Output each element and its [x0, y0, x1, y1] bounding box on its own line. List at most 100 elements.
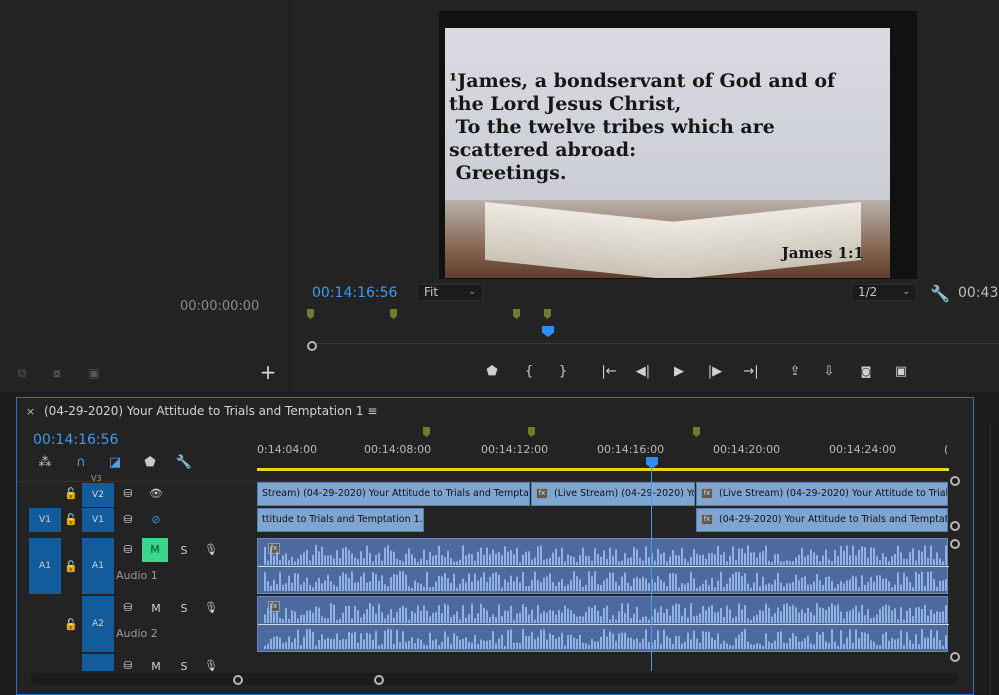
video-clip[interactable]: fx (04-29-2020) Your Attitude to Trials a…	[696, 508, 948, 532]
track-target-a2[interactable]: A2	[82, 596, 114, 652]
playhead-line	[651, 468, 652, 671]
chevron-down-icon: ⌄	[468, 287, 476, 297]
track-target-v2[interactable]: V2	[82, 483, 114, 507]
go-to-in-icon[interactable]: |←	[598, 364, 620, 380]
fx-badge-icon: fx	[536, 488, 548, 499]
insert-clip-icon[interactable]: ⧉	[12, 366, 32, 380]
source-patch-v1[interactable]: V1	[29, 508, 61, 532]
track-target-a3[interactable]	[82, 654, 114, 671]
track-name-a1[interactable]: Audio 1	[116, 569, 158, 582]
program-duration: 00:43:	[958, 285, 999, 301]
add-marker-icon[interactable]: ⬟	[483, 364, 501, 380]
wrench-icon[interactable]: 🔧	[175, 455, 193, 470]
extract-icon[interactable]: ⇩	[820, 364, 838, 380]
chevron-down-icon: ⌄	[902, 287, 910, 297]
ruler-label: 00:14:08:00	[364, 443, 432, 456]
mark-in-icon[interactable]: {	[520, 364, 538, 380]
lift-icon[interactable]: ⇪	[786, 364, 804, 380]
video-clip[interactable]: ttitude to Trials and Temptation 1.MTS	[257, 508, 424, 532]
export-frame-icon[interactable]: ▣	[84, 366, 104, 380]
lock-icon[interactable]: 🔓	[64, 513, 78, 526]
fx-badge-icon: fx	[701, 514, 713, 525]
microphone-icon[interactable]: 🎙	[204, 543, 218, 556]
lock-icon[interactable]: 🔓	[64, 487, 78, 500]
play-icon[interactable]: ▶	[670, 364, 688, 380]
close-icon[interactable]: ×	[26, 405, 35, 418]
horizontal-scrollbar[interactable]	[30, 673, 958, 685]
sync-lock-icon[interactable]: ⛁	[121, 659, 135, 672]
ruler-label: (	[944, 443, 949, 456]
wrench-icon[interactable]: 🔧	[930, 284, 950, 303]
ruler-label: 0:14:04:00	[257, 443, 318, 456]
linked-selection-icon[interactable]: ◪	[106, 455, 124, 470]
step-forward-icon[interactable]: |▶	[706, 364, 724, 380]
mute-button-a3[interactable]: M	[149, 660, 163, 673]
ruler-label: 00:14:24:00	[829, 443, 897, 456]
sync-lock-icon[interactable]: ⛁	[121, 543, 135, 556]
vertical-scrollbar[interactable]	[948, 472, 962, 670]
verse-text: ¹James, a bondservant of God and of the …	[449, 70, 836, 184]
source-patch-a1[interactable]: A1	[29, 538, 61, 594]
audio-clip[interactable]: fx	[257, 538, 949, 594]
scroll-handle[interactable]	[950, 652, 960, 662]
snap-icon[interactable]: ∩	[72, 455, 90, 470]
sync-lock-icon[interactable]: ⛁	[121, 601, 135, 614]
solo-button-a2[interactable]: S	[177, 602, 191, 615]
zoom-scroll-handle-right[interactable]	[374, 675, 384, 685]
source-timecode[interactable]: 00:00:00:00	[180, 299, 259, 314]
nest-icon[interactable]: ⁂	[36, 455, 54, 470]
zoom-scroll-handle-left[interactable]	[233, 675, 243, 685]
export-frame-icon[interactable]: ◙	[857, 364, 875, 380]
zoom-scroll-handle[interactable]	[307, 341, 317, 351]
open-bible-image	[445, 200, 890, 278]
video-clip[interactable]: Stream) (04-29-2020) Your Attitude to Tr…	[257, 482, 530, 506]
sequence-tab[interactable]: (04-29-2020) Your Attitude to Trials and…	[44, 404, 377, 418]
scripture-slide-image: ¹James, a bondservant of God and of the …	[445, 28, 890, 278]
audio-waveform	[258, 603, 949, 649]
sync-lock-icon[interactable]: ⛁	[121, 487, 135, 500]
mark-out-icon[interactable]: }	[554, 364, 572, 380]
timeline-timecode[interactable]: 00:14:16:56	[33, 432, 118, 448]
track-target-a1[interactable]: A1	[82, 538, 114, 594]
track-target-v1[interactable]: V1	[82, 508, 114, 532]
audio-waveform	[258, 545, 949, 591]
ruler-label: 00:14:16:00	[597, 443, 665, 456]
video-clip[interactable]: fx (Live Stream) (04-29-2020) Your	[531, 482, 695, 506]
fx-badge-icon: fx	[701, 488, 713, 499]
microphone-icon[interactable]: 🎙	[204, 601, 218, 614]
solo-button-a1[interactable]: S	[177, 544, 191, 557]
go-to-out-icon[interactable]: →|	[740, 364, 762, 380]
overwrite-clip-icon[interactable]: ⧇	[47, 366, 67, 380]
add-marker-icon[interactable]: ⬟	[141, 455, 159, 470]
track-name-a2[interactable]: Audio 2	[116, 627, 158, 640]
step-back-icon[interactable]: ◀|	[634, 364, 652, 380]
solo-button-a3[interactable]: S	[177, 660, 191, 673]
work-area-bar[interactable]	[257, 468, 949, 471]
program-timecode[interactable]: 00:14:16:56	[312, 285, 397, 301]
add-button-icon[interactable]: +	[258, 362, 278, 382]
scroll-handle[interactable]	[950, 521, 960, 531]
eye-icon[interactable]: 👁	[149, 487, 163, 500]
verse-reference: James 1:1	[781, 244, 864, 262]
comparison-view-icon[interactable]: ▣	[892, 364, 910, 380]
scroll-handle[interactable]	[950, 476, 960, 486]
lock-icon[interactable]: 🔓	[64, 560, 78, 573]
panel-menu-icon[interactable]: ≡	[367, 404, 377, 418]
sequence-title: (04-29-2020) Your Attitude to Trials and…	[44, 404, 364, 418]
video-clip[interactable]: fx (Live Stream) (04-29-2020) Your Attitu…	[696, 482, 948, 506]
microphone-icon[interactable]: 🎙	[204, 659, 218, 672]
eye-hidden-icon[interactable]: ⊘	[149, 513, 163, 526]
audio-clip[interactable]: fx	[257, 596, 949, 652]
playback-resolution-select[interactable]: 1/2 ⌄	[851, 284, 917, 301]
ruler-label: 00:14:20:00	[713, 443, 781, 456]
ruler-label: 00:14:12:00	[481, 443, 549, 456]
mute-button-a1[interactable]: M	[142, 538, 168, 562]
lock-icon[interactable]: 🔓	[64, 618, 78, 631]
source-monitor-panel	[0, 0, 288, 392]
mute-button-a2[interactable]: M	[149, 602, 163, 615]
sync-lock-icon[interactable]: ⛁	[121, 513, 135, 526]
audio-meter-panel	[990, 423, 999, 695]
zoom-level-select[interactable]: Fit ⌄	[417, 284, 483, 301]
scroll-handle[interactable]	[950, 539, 960, 549]
program-scrub-bar[interactable]	[311, 343, 999, 352]
